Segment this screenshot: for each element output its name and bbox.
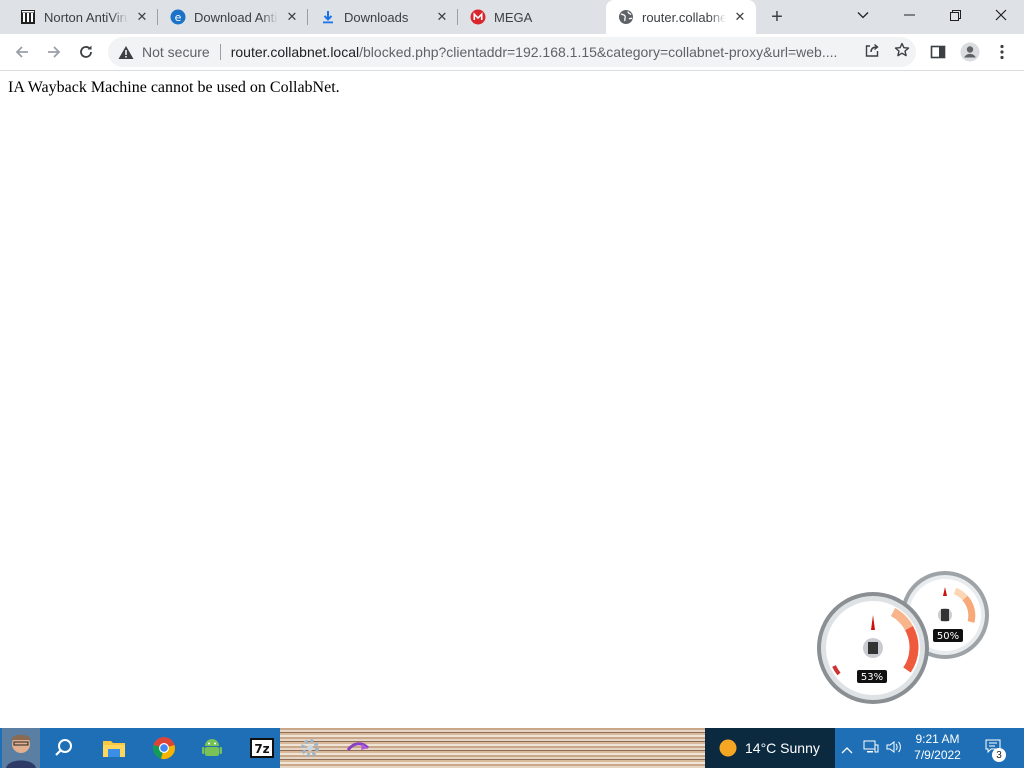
menu-kebab-icon[interactable] bbox=[988, 38, 1016, 66]
app-purple-icon[interactable] bbox=[342, 732, 374, 764]
cpu-percent-label: 53% bbox=[861, 672, 883, 683]
weather-widget[interactable]: 14°C Sunny bbox=[705, 728, 835, 768]
file-explorer-icon[interactable] bbox=[98, 732, 130, 764]
tab-mega[interactable]: MEGA ✕ bbox=[458, 0, 606, 34]
settings-gear-icon[interactable] bbox=[294, 732, 326, 764]
forward-button[interactable] bbox=[40, 38, 68, 66]
restore-button[interactable] bbox=[932, 0, 978, 30]
url-rest: /blocked.php?clientaddr=192.168.1.15&cat… bbox=[359, 44, 838, 60]
tab-title: Download AntiVirus bbox=[194, 9, 278, 25]
close-tab-icon[interactable]: ✕ bbox=[434, 9, 450, 25]
omnibox-divider bbox=[219, 44, 221, 60]
globe-icon bbox=[618, 9, 634, 25]
notification-count-badge: 3 bbox=[992, 748, 1006, 762]
back-button[interactable] bbox=[8, 38, 36, 66]
reload-button[interactable] bbox=[72, 38, 100, 66]
side-panel-icon[interactable] bbox=[924, 38, 952, 66]
address-bar[interactable]: Not secure router.collabnet.local/blocke… bbox=[108, 37, 916, 67]
svg-text:7z: 7z bbox=[254, 742, 269, 756]
share-icon[interactable] bbox=[864, 42, 880, 63]
volume-icon[interactable] bbox=[886, 740, 902, 759]
url-host: router.collabnet.local bbox=[230, 44, 360, 60]
blocked-message: IA Wayback Machine cannot be used on Col… bbox=[8, 79, 340, 96]
tab-router-collabnet[interactable]: router.collabnet.local ✕ bbox=[606, 0, 756, 34]
tab-title: router.collabnet.local bbox=[642, 9, 726, 25]
tab-title: MEGA bbox=[494, 9, 533, 25]
bookmark-star-icon[interactable] bbox=[894, 42, 910, 63]
cpu-meter-gadget[interactable]: 50% 53% bbox=[815, 570, 995, 710]
edge-e-icon: e bbox=[170, 9, 186, 25]
windows-taskbar: 7z 14°C Sunny 3 9:21 AM 7/9/2022 bbox=[0, 728, 1024, 768]
tab-strip: Norton AntiVirus ✕ e Download AntiVirus … bbox=[0, 0, 1024, 34]
taskbar-clock[interactable]: 9:21 AM 7/9/2022 bbox=[905, 731, 970, 763]
chevron-up-icon[interactable] bbox=[841, 741, 853, 759]
svg-text:e: e bbox=[175, 11, 182, 24]
chrome-icon[interactable] bbox=[148, 732, 180, 764]
close-tab-icon[interactable]: ✕ bbox=[284, 9, 300, 25]
tab-search-chevron-icon[interactable] bbox=[840, 0, 886, 30]
network-icon[interactable] bbox=[863, 740, 879, 759]
omnibox-actions bbox=[864, 37, 910, 67]
memory-percent-label: 50% bbox=[937, 631, 959, 642]
new-tab-button[interactable]: + bbox=[766, 5, 788, 29]
search-icon[interactable] bbox=[48, 732, 80, 764]
minimize-button[interactable] bbox=[886, 0, 932, 30]
7zip-icon[interactable]: 7z bbox=[246, 732, 278, 764]
mega-icon bbox=[470, 9, 486, 25]
tab-download-antivirus[interactable]: e Download AntiVirus ✕ bbox=[158, 0, 308, 34]
security-status-label[interactable]: Not secure bbox=[142, 44, 210, 60]
sun-icon bbox=[719, 739, 737, 757]
warning-icon[interactable] bbox=[118, 44, 134, 60]
clock-date: 7/9/2022 bbox=[914, 748, 961, 762]
library-icon bbox=[20, 9, 36, 25]
tab-downloads[interactable]: Downloads ✕ bbox=[308, 0, 458, 34]
tab-norton[interactable]: Norton AntiVirus ✕ bbox=[8, 0, 158, 34]
download-icon bbox=[320, 9, 336, 25]
browser-toolbar: Not secure router.collabnet.local/blocke… bbox=[0, 34, 1024, 71]
clock-time: 9:21 AM bbox=[915, 732, 960, 746]
tab-title: Downloads bbox=[344, 9, 409, 25]
close-tab-icon[interactable]: ✕ bbox=[134, 9, 150, 25]
close-tab-icon[interactable]: ✕ bbox=[732, 9, 748, 25]
cpu-gauge: 53% bbox=[817, 592, 929, 704]
weather-text: 14°C Sunny bbox=[745, 740, 820, 756]
start-button-user-avatar[interactable] bbox=[2, 728, 40, 768]
close-window-button[interactable] bbox=[978, 0, 1024, 30]
android-studio-icon[interactable] bbox=[196, 732, 228, 764]
tab-title: Norton AntiVirus bbox=[44, 9, 128, 25]
profile-avatar-icon[interactable] bbox=[956, 38, 984, 66]
url-text[interactable]: router.collabnet.local/blocked.php?clien… bbox=[231, 44, 838, 60]
